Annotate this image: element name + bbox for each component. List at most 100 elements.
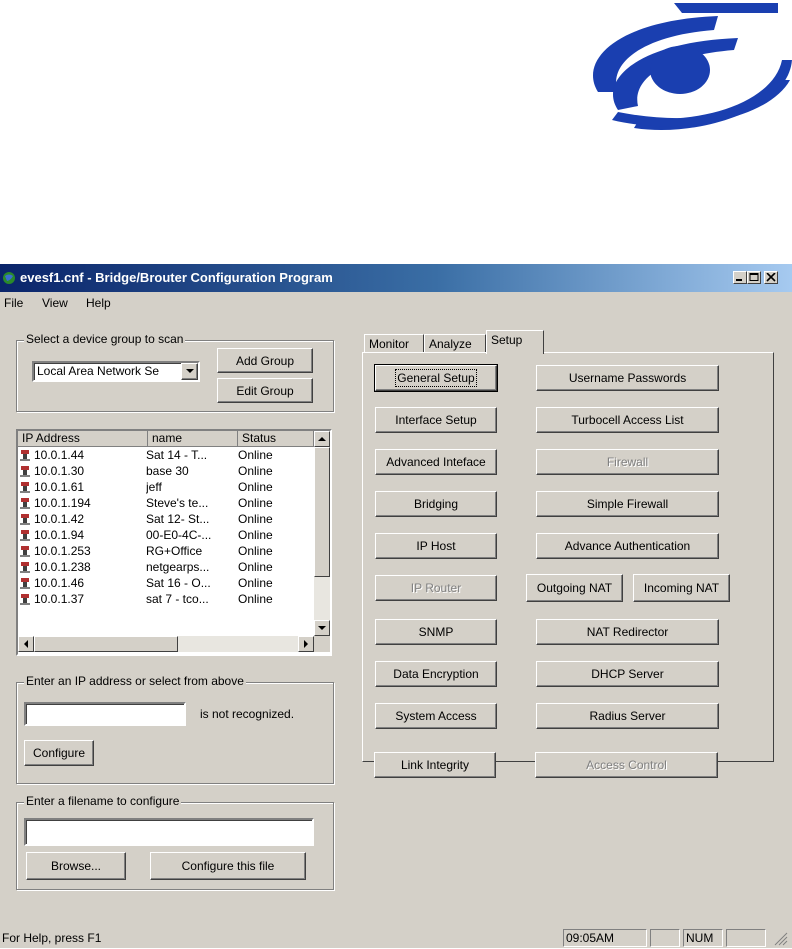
maximize-button[interactable]: [747, 271, 761, 284]
vertical-scrollbar[interactable]: [314, 431, 330, 636]
cell-ip: 10.0.1.30: [34, 464, 85, 478]
minimize-button[interactable]: [733, 271, 747, 284]
router-device-icon: [20, 465, 30, 477]
cell-ip: 10.0.1.194: [34, 496, 91, 510]
scroll-up-icon[interactable]: [314, 431, 330, 447]
table-row[interactable]: 10.0.1.194 Steve's te... Online: [18, 495, 318, 511]
filename-input[interactable]: [24, 818, 314, 846]
scroll-right-icon[interactable]: [298, 636, 314, 652]
router-device-icon: [20, 545, 30, 557]
firewall-button[interactable]: Firewall: [536, 449, 719, 475]
group-select-value: Local Area Network Se: [37, 364, 160, 378]
menu-help[interactable]: Help: [86, 296, 111, 310]
scroll-down-icon[interactable]: [314, 620, 330, 636]
add-group-button[interactable]: Add Group: [217, 348, 313, 373]
menu-view[interactable]: View: [42, 296, 68, 310]
cell-ip: 10.0.1.37: [34, 592, 85, 606]
username-passwords-button[interactable]: Username Passwords: [536, 365, 719, 391]
table-row[interactable]: 10.0.1.46 Sat 16 - O... Online: [18, 575, 318, 591]
tab-analyze[interactable]: Analyze: [424, 334, 486, 354]
router-device-icon: [20, 593, 30, 605]
device-list[interactable]: IP Address name Status 10.0.1.44 Sat 14 -…: [16, 429, 332, 656]
menu-file[interactable]: File: [4, 296, 23, 310]
table-row[interactable]: 10.0.1.37 sat 7 - tco... Online: [18, 591, 318, 607]
turbocell-access-list-button[interactable]: Turbocell Access List: [536, 407, 719, 433]
data-encryption-button[interactable]: Data Encryption: [375, 661, 497, 687]
ip-host-button[interactable]: IP Host: [375, 533, 497, 559]
column-header-ip[interactable]: IP Address: [18, 431, 148, 447]
title-bar[interactable]: evesf1.cnf - Bridge/Brouter Configuratio…: [0, 264, 792, 292]
table-row[interactable]: 10.0.1.44 Sat 14 - T... Online: [18, 447, 318, 463]
table-row[interactable]: 10.0.1.61 jeff Online: [18, 479, 318, 495]
tab-monitor[interactable]: Monitor: [364, 334, 424, 354]
dhcp-server-button[interactable]: DHCP Server: [536, 661, 719, 687]
cell-status: Online: [238, 464, 273, 478]
caps-indicator: [650, 929, 680, 947]
file-entry-label: Enter a filename to configure: [24, 794, 182, 808]
table-row[interactable]: 10.0.1.238 netgearps... Online: [18, 559, 318, 575]
bridging-button[interactable]: Bridging: [375, 491, 497, 517]
cell-status: Online: [238, 560, 273, 574]
horizontal-scroll-thumb[interactable]: [34, 636, 178, 652]
dropdown-arrow-icon[interactable]: [181, 363, 198, 380]
horizontal-scrollbar[interactable]: [18, 636, 314, 652]
edit-group-button[interactable]: Edit Group: [217, 378, 313, 403]
outgoing-nat-button[interactable]: Outgoing NAT: [526, 574, 623, 602]
ip-router-button[interactable]: IP Router: [375, 575, 497, 601]
help-hint: For Help, press F1: [2, 931, 102, 945]
link-integrity-button[interactable]: Link Integrity: [374, 752, 496, 778]
advanced-inteface-button[interactable]: Advanced Inteface: [375, 449, 497, 475]
num-indicator: NUM: [683, 929, 723, 947]
snmp-button[interactable]: SNMP: [375, 619, 497, 645]
cell-ip: 10.0.1.94: [34, 528, 85, 542]
time-display: 09:05AM: [563, 929, 647, 947]
group-select[interactable]: Local Area Network Se: [32, 361, 200, 382]
app-window: evesf1.cnf - Bridge/Brouter Configuratio…: [0, 264, 792, 948]
router-device-icon: [20, 449, 30, 461]
router-device-icon: [20, 577, 30, 589]
tab-setup[interactable]: Setup: [486, 330, 544, 354]
cell-name: Sat 14 - T...: [146, 448, 208, 462]
table-row[interactable]: 10.0.1.253 RG+Office Online: [18, 543, 318, 559]
cell-name: netgearps...: [146, 560, 210, 574]
company-logo: [578, 0, 792, 140]
configure-file-button[interactable]: Configure this file: [150, 852, 306, 880]
ip-entry-label: Enter an IP address or select from above: [24, 674, 246, 688]
system-access-button[interactable]: System Access: [375, 703, 497, 729]
resize-grip-icon[interactable]: [774, 932, 788, 946]
browse-button[interactable]: Browse...: [26, 852, 126, 880]
table-row[interactable]: 10.0.1.30 base 30 Online: [18, 463, 318, 479]
cell-ip: 10.0.1.46: [34, 576, 85, 590]
interface-setup-button[interactable]: Interface Setup: [375, 407, 497, 433]
router-device-icon: [20, 529, 30, 541]
scroll-left-icon[interactable]: [18, 636, 34, 652]
advance-authentication-button[interactable]: Advance Authentication: [536, 533, 719, 559]
general-setup-button[interactable]: General Setup: [374, 364, 498, 392]
cell-name: base 30: [146, 464, 189, 478]
column-header-name[interactable]: name: [148, 431, 238, 447]
cell-status: Online: [238, 480, 273, 494]
simple-firewall-button[interactable]: Simple Firewall: [536, 491, 719, 517]
globe-icon: [2, 271, 16, 285]
incoming-nat-button[interactable]: Incoming NAT: [633, 574, 730, 602]
radius-server-button[interactable]: Radius Server: [536, 703, 719, 729]
router-device-icon: [20, 481, 30, 493]
nat-redirector-button[interactable]: NAT Redirector: [536, 619, 719, 645]
table-row[interactable]: 10.0.1.42 Sat 12- St... Online: [18, 511, 318, 527]
column-header-status[interactable]: Status: [238, 431, 314, 447]
menu-bar: File View Help: [0, 292, 792, 314]
cell-name: Steve's te...: [146, 496, 209, 510]
cell-name: 00-E0-4C-...: [146, 528, 212, 542]
access-control-button[interactable]: Access Control: [535, 752, 718, 778]
cell-status: Online: [238, 544, 273, 558]
ip-address-input[interactable]: [24, 702, 186, 726]
scroll-corner: [314, 636, 330, 652]
scan-group-label: Select a device group to scan: [24, 332, 186, 346]
not-recognized-message: is not recognized.: [200, 707, 295, 721]
close-button[interactable]: [764, 271, 778, 284]
scroll-thumb[interactable]: [314, 447, 330, 577]
cell-name: Sat 16 - O...: [146, 576, 211, 590]
configure-button[interactable]: Configure: [24, 740, 94, 766]
ip-entry-group-box: [16, 682, 334, 784]
table-row[interactable]: 10.0.1.94 00-E0-4C-... Online: [18, 527, 318, 543]
